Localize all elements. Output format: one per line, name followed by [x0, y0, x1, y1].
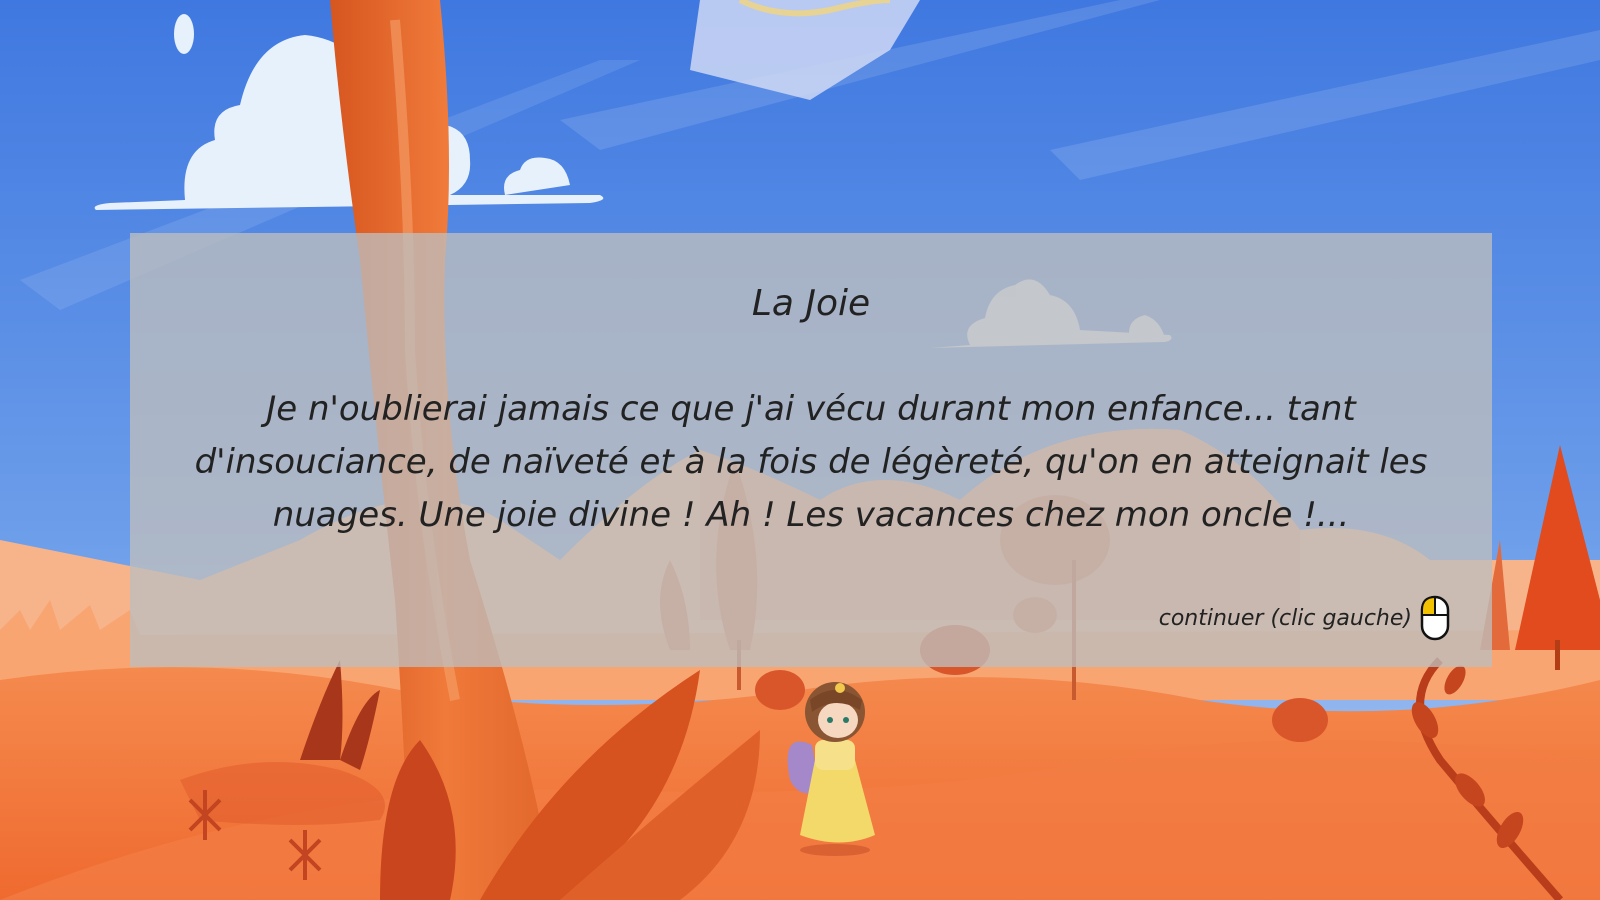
continue-label: continuer (clic gauche) — [1158, 605, 1412, 631]
continue-prompt[interactable]: continuer (clic gauche) — [1159, 595, 1450, 641]
mouse-left-click-icon — [1420, 595, 1450, 641]
speaker-name: La Joie — [751, 283, 871, 324]
game-scene[interactable]: La Joie Je n'oublierai jamais ce que j'a… — [0, 0, 1600, 900]
dialogue-box[interactable]: La Joie Je n'oublierai jamais ce que j'a… — [130, 233, 1492, 667]
dialogue-text: Je n'oublierai jamais ce que j'ai vécu d… — [194, 389, 1428, 535]
